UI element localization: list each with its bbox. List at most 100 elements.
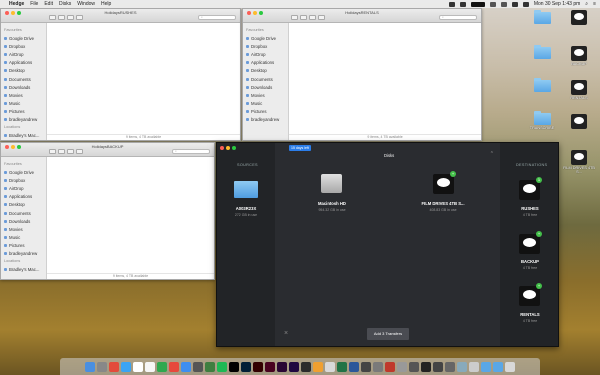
folder-icon[interactable] — [234, 181, 258, 198]
sidebar-item[interactable]: Downloads — [4, 217, 43, 225]
add-badge-icon[interactable]: + — [450, 171, 456, 177]
app-icon[interactable] — [145, 361, 155, 372]
app-icon[interactable] — [205, 361, 215, 372]
add-badge-icon[interactable]: + — [536, 231, 542, 237]
trial-badge[interactable]: 15 days left — [289, 145, 311, 151]
hard-drive-icon[interactable] — [321, 174, 342, 193]
finder-window-backup[interactable]: HolidaysBACKUP ⌕ Favourites Google Drive… — [0, 142, 215, 280]
photoshop-icon[interactable] — [241, 361, 251, 372]
back-button[interactable] — [49, 15, 56, 20]
action-button[interactable] — [76, 15, 83, 20]
hedge-window[interactable]: 15 days left Disks ⌃ SOURCES DESTINATION… — [216, 142, 559, 347]
desktop-drive[interactable] — [566, 10, 592, 26]
sidebar-item[interactable]: Bradley's Mac... — [4, 131, 43, 139]
sidebar-item[interactable]: Pictures — [4, 242, 43, 250]
spotify-icon[interactable] — [217, 361, 227, 372]
app-icon[interactable] — [361, 361, 371, 372]
illustrator-icon[interactable] — [253, 361, 263, 372]
sidebar-item[interactable]: bradleyandrew — [4, 116, 43, 124]
menu-icon[interactable]: ≡ — [593, 1, 596, 7]
app-icon[interactable] — [373, 361, 383, 372]
back-button[interactable] — [49, 149, 56, 154]
app-icon[interactable] — [457, 361, 467, 372]
add-badge-icon[interactable]: + — [536, 283, 542, 289]
sidebar-item[interactable]: Music — [4, 234, 43, 242]
sidebar-item[interactable]: Applications — [4, 59, 43, 67]
sidebar-item[interactable]: AirDrop — [4, 50, 43, 58]
app-icon[interactable] — [169, 361, 179, 372]
sidebar-item[interactable]: bradleyandrew — [246, 116, 285, 124]
app-icon[interactable] — [325, 361, 335, 372]
app-icon[interactable] — [433, 361, 443, 372]
app-icon[interactable] — [469, 361, 479, 372]
app-icon[interactable] — [193, 361, 203, 372]
desktop-drive-backup[interactable]: BACKUP — [566, 46, 592, 66]
drive-icon[interactable] — [519, 180, 540, 200]
drive-icon[interactable] — [519, 286, 540, 306]
sidebar-item[interactable]: Pictures — [246, 108, 285, 116]
desktop-drive[interactable] — [566, 114, 592, 130]
sidebar-item[interactable]: Desktop — [246, 67, 285, 75]
title-bar[interactable]: HolidaysRENTALS ⌕ — [243, 9, 481, 23]
back-button[interactable] — [291, 15, 298, 20]
app-store-icon[interactable] — [181, 361, 191, 372]
drive-icon[interactable] — [433, 174, 454, 194]
search-icon[interactable]: ⌕ — [585, 1, 588, 7]
app-icon[interactable] — [301, 361, 311, 372]
sidebar-item[interactable]: Pictures — [4, 108, 43, 116]
premiere-icon[interactable] — [277, 361, 287, 372]
menu-help[interactable]: Help — [101, 1, 111, 7]
view-button[interactable] — [58, 149, 65, 154]
word-icon[interactable] — [349, 361, 359, 372]
app-icon[interactable] — [157, 361, 167, 372]
sidebar-item[interactable]: Downloads — [246, 83, 285, 91]
minimize-button[interactable] — [226, 146, 230, 150]
app-icon[interactable] — [313, 361, 323, 372]
desktop-drive-rentals[interactable]: RENTALS — [566, 80, 592, 100]
chrome-icon[interactable] — [109, 361, 119, 372]
drive-icon[interactable] — [519, 234, 540, 254]
sidebar-item[interactable]: bradleyandrew — [4, 250, 43, 258]
desktop-folder-transcribe[interactable]: TRANSCRIBE — [529, 111, 555, 130]
action-button[interactable] — [76, 149, 83, 154]
app-icon[interactable] — [385, 361, 395, 372]
finder-window-rentals[interactable]: HolidaysRENTALS ⌕ Favourites Google Driv… — [242, 8, 482, 141]
sidebar-item[interactable]: Google Drive — [4, 168, 43, 176]
zoom-button[interactable] — [232, 146, 236, 150]
wifi-icon[interactable] — [511, 1, 518, 7]
sidebar-item[interactable]: Movies — [246, 91, 285, 99]
sidebar-item[interactable]: Music — [246, 100, 285, 108]
chevron-up-icon[interactable]: ⌃ — [490, 151, 494, 157]
desktop-folder[interactable] — [529, 10, 555, 25]
status-icon[interactable] — [448, 1, 455, 7]
finder-icon[interactable] — [85, 361, 95, 372]
sidebar-item[interactable]: Google Drive — [4, 34, 43, 42]
indesign-icon[interactable] — [265, 361, 275, 372]
menu-disks[interactable]: Disks — [59, 1, 71, 7]
status-icon[interactable] — [500, 1, 507, 7]
desktop-folder[interactable] — [529, 78, 555, 93]
search-input[interactable]: ⌕ — [172, 149, 210, 154]
sidebar-item[interactable]: Desktop — [4, 67, 43, 75]
app-icon[interactable] — [421, 361, 431, 372]
status-icon[interactable] — [459, 1, 466, 7]
action-button[interactable] — [318, 15, 325, 20]
sidebar-item[interactable]: Documents — [246, 75, 285, 83]
close-button[interactable] — [220, 146, 224, 150]
after-effects-icon[interactable] — [289, 361, 299, 372]
battery-icon[interactable] — [522, 1, 529, 7]
search-input[interactable]: ⌕ — [198, 15, 236, 20]
menu-file[interactable]: File — [30, 1, 38, 7]
menu-app-hedge[interactable]: Hedge — [9, 1, 24, 7]
clock[interactable]: Mon 30 Sep 1:43 pm — [534, 1, 580, 7]
sidebar-item[interactable]: Documents — [4, 209, 43, 217]
app-icon[interactable] — [229, 361, 239, 372]
desktop-folder[interactable] — [529, 45, 555, 60]
sidebar-item[interactable]: Documents — [4, 75, 43, 83]
trash-icon[interactable] — [505, 361, 515, 372]
app-icon[interactable] — [97, 361, 107, 372]
sidebar-item[interactable]: Dropbox — [4, 176, 43, 184]
sidebar-item[interactable]: AirDrop — [4, 184, 43, 192]
sidebar-item[interactable]: Dropbox — [246, 42, 285, 50]
sidebar-item[interactable]: Movies — [4, 91, 43, 99]
